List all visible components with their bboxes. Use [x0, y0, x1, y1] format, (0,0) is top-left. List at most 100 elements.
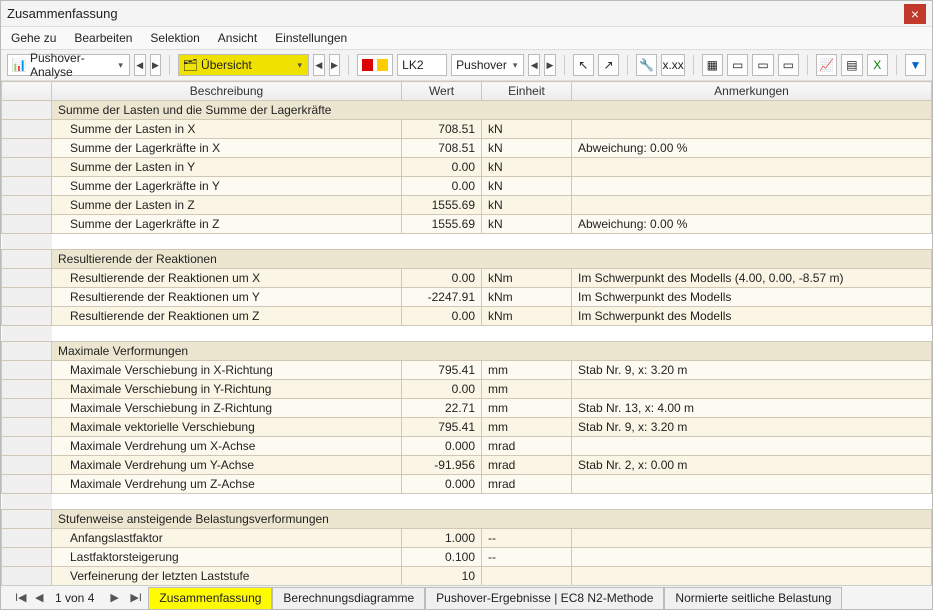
- cell-unit: mrad: [482, 456, 572, 475]
- footer-tabs: ZusammenfassungBerechnungsdiagrammePusho…: [148, 586, 842, 609]
- table-row[interactable]: Summe der Lasten in X708.51kN: [2, 120, 932, 139]
- tool-icon-panel3[interactable]: ▭: [752, 54, 773, 76]
- cell-desc: Resultierende der Reaktionen um X: [52, 269, 402, 288]
- analysis-icon: 📊: [12, 58, 26, 72]
- cell-value: 1.000: [402, 529, 482, 548]
- table-row[interactable]: Summe der Lagerkräfte in Y0.00kN: [2, 177, 932, 196]
- table-row[interactable]: Summe der Lagerkräfte in X708.51kNAbweic…: [2, 139, 932, 158]
- cell-note: Im Schwerpunkt des Modells (4.00, 0.00, …: [572, 269, 932, 288]
- cell-value: 708.51: [402, 139, 482, 158]
- separator: [169, 55, 170, 75]
- cell-note: Stab Nr. 2, x: 0.00 m: [572, 456, 932, 475]
- title-bar: Zusammenfassung ×: [1, 1, 932, 27]
- table-row[interactable]: Maximale Verdrehung um Z-Achse0.000mrad: [2, 475, 932, 494]
- cell-value: 0.00: [402, 177, 482, 196]
- footer-tab[interactable]: Berechnungsdiagramme: [272, 587, 425, 609]
- tool-icon-chart[interactable]: 📈: [816, 54, 837, 76]
- view-dropdown[interactable]: 🗂 Übersicht ▾: [178, 54, 309, 76]
- lc-label[interactable]: LK2: [397, 54, 447, 76]
- analysis-prev-button[interactable]: ◀: [134, 54, 146, 76]
- table-row[interactable]: Maximale Verschiebung in Y-Richtung0.00m…: [2, 380, 932, 399]
- cell-value: -2247.91: [402, 288, 482, 307]
- table-row[interactable]: Resultierende der Reaktionen um Y-2247.9…: [2, 288, 932, 307]
- view-prev-button[interactable]: ◀: [313, 54, 325, 76]
- table-row[interactable]: Verfeinerung der letzten Laststufe10: [2, 567, 932, 586]
- tool-icon-4[interactable]: x.xx: [661, 54, 684, 76]
- footer-tab[interactable]: Pushover-Ergebnisse | EC8 N2-Methode: [425, 587, 664, 609]
- cell-note: Stab Nr. 13, x: 4.00 m: [572, 399, 932, 418]
- load-next-button[interactable]: ▶: [544, 54, 556, 76]
- col-description: Beschreibung: [52, 82, 402, 101]
- close-button[interactable]: ×: [904, 4, 926, 24]
- table-row[interactable]: Maximale Verschiebung in Z-Richtung22.71…: [2, 399, 932, 418]
- cell-note: Abweichung: 0.00 %: [572, 139, 932, 158]
- cell-unit: kN: [482, 196, 572, 215]
- analysis-dropdown[interactable]: 📊 Pushover-Analyse ▾: [7, 54, 130, 76]
- cell-unit: mrad: [482, 437, 572, 456]
- cell-note: Im Schwerpunkt des Modells: [572, 307, 932, 326]
- table-row[interactable]: Summe der Lasten in Y0.00kN: [2, 158, 932, 177]
- table-row[interactable]: Maximale Verdrehung um Y-Achse-91.956mra…: [2, 456, 932, 475]
- cell-unit: [482, 567, 572, 586]
- page-next-button[interactable]: ▶: [104, 590, 120, 605]
- tool-icon-3[interactable]: 🔧: [636, 54, 657, 76]
- cell-value: 1555.69: [402, 196, 482, 215]
- results-grid[interactable]: Beschreibung Wert Einheit Anmerkungen Su…: [1, 81, 932, 585]
- cell-unit: kN: [482, 215, 572, 234]
- table-row[interactable]: Resultierende der Reaktionen um Z0.00kNm…: [2, 307, 932, 326]
- table-row[interactable]: Maximale Verdrehung um X-Achse0.000mrad: [2, 437, 932, 456]
- menu-goto[interactable]: Gehe zu: [11, 31, 56, 45]
- cell-unit: kNm: [482, 288, 572, 307]
- separator: [627, 55, 628, 75]
- table-row[interactable]: Summe der Lagerkräfte in Z1555.69kNAbwei…: [2, 215, 932, 234]
- table-row[interactable]: Maximale vektorielle Verschiebung795.41m…: [2, 418, 932, 437]
- load-dropdown[interactable]: Pushover ▾: [451, 54, 524, 76]
- tool-icon-1[interactable]: ↖: [573, 54, 594, 76]
- cell-note: [572, 475, 932, 494]
- menu-view[interactable]: Ansicht: [218, 31, 257, 45]
- menu-edit[interactable]: Bearbeiten: [74, 31, 132, 45]
- footer-tab[interactable]: Normierte seitliche Belastung: [664, 587, 842, 609]
- col-notes: Anmerkungen: [572, 82, 932, 101]
- analysis-next-button[interactable]: ▶: [150, 54, 162, 76]
- footer-tab[interactable]: Zusammenfassung: [148, 587, 272, 609]
- tool-icon-panel4[interactable]: ▭: [778, 54, 799, 76]
- swatch-red: [362, 59, 373, 71]
- cell-desc: Maximale Verschiebung in Y-Richtung: [52, 380, 402, 399]
- view-next-button[interactable]: ▶: [329, 54, 341, 76]
- close-icon: ×: [911, 6, 919, 22]
- page-first-button[interactable]: I◀: [9, 590, 25, 605]
- cell-note: [572, 529, 932, 548]
- cell-desc: Anfangslastfaktor: [52, 529, 402, 548]
- cell-desc: Maximale Verdrehung um Y-Achse: [52, 456, 402, 475]
- cell-value: -91.956: [402, 456, 482, 475]
- cell-note: [572, 437, 932, 456]
- table-row[interactable]: Maximale Verschiebung in X-Richtung795.4…: [2, 361, 932, 380]
- cell-note: Stab Nr. 9, x: 3.20 m: [572, 418, 932, 437]
- color-swatches[interactable]: [357, 54, 393, 76]
- table-row[interactable]: Summe der Lasten in Z1555.69kN: [2, 196, 932, 215]
- load-prev-button[interactable]: ◀: [528, 54, 540, 76]
- tool-icon-table[interactable]: ▤: [841, 54, 862, 76]
- tool-icon-panel1[interactable]: ▦: [702, 54, 723, 76]
- table-row[interactable]: Anfangslastfaktor1.000--: [2, 529, 932, 548]
- cell-desc: Summe der Lasten in Y: [52, 158, 402, 177]
- tool-icon-2[interactable]: ↗: [598, 54, 619, 76]
- page-last-button[interactable]: ▶I: [124, 590, 140, 605]
- table-row[interactable]: Lastfaktorsteigerung0.100--: [2, 548, 932, 567]
- cell-value: 0.000: [402, 475, 482, 494]
- cell-note: Stab Nr. 9, x: 3.20 m: [572, 361, 932, 380]
- page-prev-button[interactable]: ◀: [29, 590, 45, 605]
- menu-selection[interactable]: Selektion: [150, 31, 199, 45]
- cell-desc: Maximale Verdrehung um Z-Achse: [52, 475, 402, 494]
- tool-icon-excel[interactable]: X: [867, 54, 888, 76]
- chevron-down-icon: ▾: [295, 60, 304, 71]
- section-title: Resultierende der Reaktionen: [52, 250, 932, 269]
- cell-note: [572, 567, 932, 586]
- tool-icon-filter[interactable]: ▼: [905, 54, 926, 76]
- cell-value: 0.00: [402, 307, 482, 326]
- cell-desc: Summe der Lasten in Z: [52, 196, 402, 215]
- tool-icon-panel2[interactable]: ▭: [727, 54, 748, 76]
- table-row[interactable]: Resultierende der Reaktionen um X0.00kNm…: [2, 269, 932, 288]
- menu-settings[interactable]: Einstellungen: [275, 31, 347, 45]
